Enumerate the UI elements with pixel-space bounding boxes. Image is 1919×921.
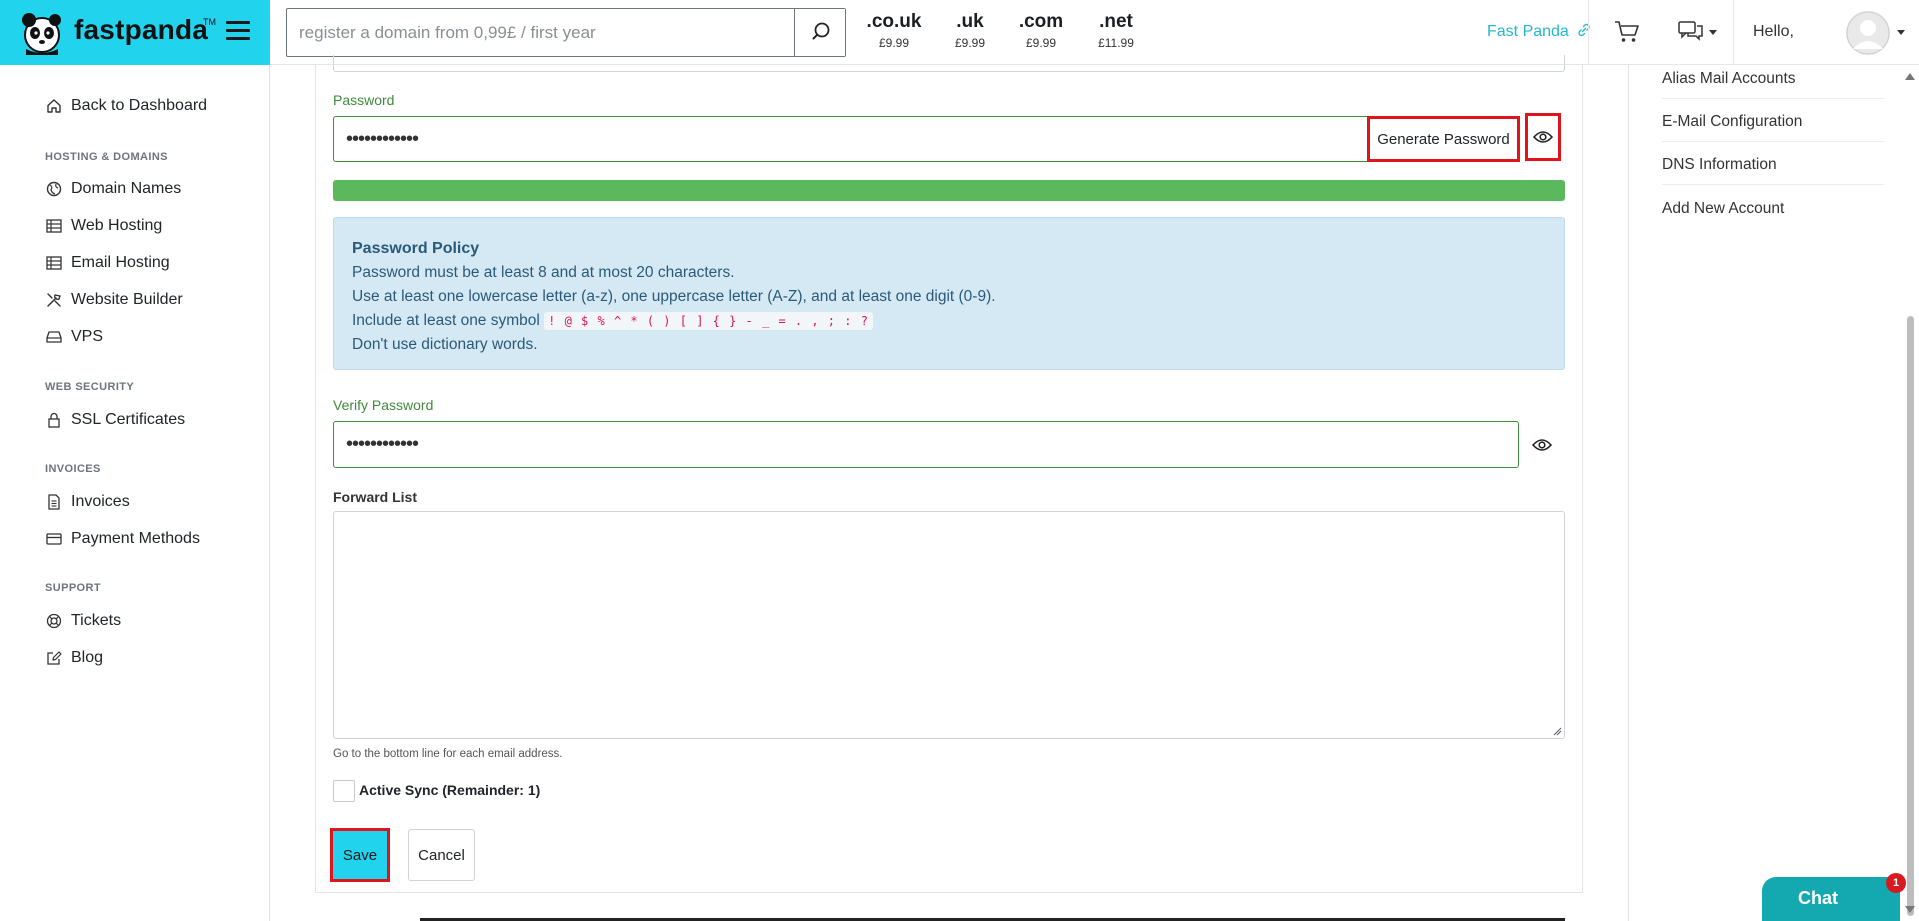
sidebar-item-ssl-certificates[interactable]: SSL Certificates: [46, 411, 185, 429]
messages-icon[interactable]: [1678, 21, 1704, 43]
right-panel: [1628, 65, 1919, 921]
policy-line: Include at least one symbol ! @ $ % ^ * …: [352, 309, 1546, 333]
globe-icon: [46, 181, 62, 197]
search-button[interactable]: [794, 9, 845, 56]
server-list-icon: [46, 256, 62, 270]
sidebar-item-payment-methods[interactable]: Payment Methods: [46, 530, 200, 548]
active-sync-label[interactable]: Active Sync (Remainder: 1): [359, 782, 540, 798]
messages-caret-icon[interactable]: [1709, 30, 1717, 35]
verify-password-label: Verify Password: [333, 397, 434, 413]
fast-panda-link[interactable]: Fast Panda: [1487, 22, 1592, 41]
sidebar-item-web-hosting[interactable]: Web Hosting: [46, 217, 162, 235]
section-hosting-domains: HOSTING & DOMAINS: [45, 151, 168, 163]
document-icon: [48, 494, 60, 510]
sidebar-item-tickets[interactable]: Tickets: [46, 612, 121, 630]
chat-label: Chat: [1798, 888, 1838, 908]
policy-title: Password Policy: [352, 240, 480, 257]
trademark: TM: [203, 17, 216, 27]
tld-co-uk[interactable]: .co.uk £9.99: [866, 11, 922, 50]
hard-drive-icon: [46, 331, 62, 343]
password-strength-bar: [333, 180, 1565, 201]
resize-handle-icon[interactable]: [1552, 726, 1562, 736]
active-sync-checkbox[interactable]: [333, 780, 355, 802]
tld-net[interactable]: .net £11.99: [1093, 11, 1139, 50]
lifebuoy-icon: [46, 613, 62, 629]
link-icon: [1578, 23, 1590, 37]
eye-icon: [1532, 439, 1552, 451]
menu-toggle-icon[interactable]: [226, 21, 250, 43]
section-invoices: INVOICES: [45, 463, 101, 475]
brand-name: fastpanda: [74, 14, 209, 45]
generate-password-button[interactable]: Generate Password: [1367, 116, 1520, 162]
cart-icon[interactable]: [1614, 20, 1640, 44]
toggle-verify-visibility-button[interactable]: [1528, 431, 1556, 459]
password-label: Password: [333, 92, 395, 108]
tld-uk[interactable]: .uk £9.99: [951, 11, 989, 50]
forward-list-label: Forward List: [333, 489, 418, 505]
user-menu-caret-icon[interactable]: [1897, 30, 1905, 35]
right-link-alias-mail-accounts[interactable]: Alias Mail Accounts: [1662, 70, 1884, 99]
sidebar-item-domain-names[interactable]: Domain Names: [46, 180, 181, 198]
toggle-password-visibility-button[interactable]: [1525, 113, 1561, 161]
sidebar-back-to-dashboard[interactable]: Back to Dashboard: [46, 97, 207, 115]
forward-list-textarea[interactable]: [333, 511, 1565, 739]
password-input[interactable]: [333, 116, 1367, 162]
policy-symbols: ! @ $ % ^ * ( ) [ ] { } - _ = . , ; : ?: [544, 312, 873, 330]
password-strength-fill: [333, 180, 1565, 201]
domain-search-input[interactable]: [287, 9, 795, 56]
right-link-email-configuration[interactable]: E-Mail Configuration: [1662, 113, 1884, 142]
policy-line: Password must be at least 8 and at most …: [352, 264, 735, 281]
eye-icon: [1533, 131, 1553, 143]
sidebar-item-vps[interactable]: VPS: [46, 328, 103, 346]
header-divider: [1588, 0, 1589, 65]
user-avatar-icon: [1846, 11, 1890, 55]
sidebar-item-email-hosting[interactable]: Email Hosting: [46, 254, 170, 272]
scroll-down-arrow-icon[interactable]: [1905, 906, 1915, 913]
password-policy-alert: Password Policy Password must be at leas…: [333, 217, 1565, 370]
policy-line: Use at least one lowercase letter (a-z),…: [352, 288, 996, 305]
save-button[interactable]: Save: [330, 828, 390, 882]
section-web-security: WEB SECURITY: [45, 381, 135, 393]
credit-card-icon: [46, 533, 62, 545]
server-list-icon: [46, 219, 62, 233]
policy-line: Don't use dictionary words.: [352, 336, 538, 353]
right-link-add-new-account[interactable]: Add New Account: [1662, 200, 1884, 228]
previous-field-edge[interactable]: [333, 55, 1565, 72]
chat-widget-button[interactable]: Chat: [1762, 877, 1900, 921]
user-avatar[interactable]: [1846, 11, 1890, 55]
panda-logo-icon: [22, 13, 61, 55]
tools-icon: [47, 293, 61, 307]
sidebar-item-blog[interactable]: Blog: [46, 649, 103, 667]
sidebar-item-invoices[interactable]: Invoices: [46, 493, 130, 511]
home-icon: [47, 99, 61, 113]
tld-com[interactable]: .com £9.99: [1018, 11, 1064, 50]
cancel-button[interactable]: Cancel: [408, 829, 475, 881]
right-link-dns-information[interactable]: DNS Information: [1662, 156, 1884, 185]
scroll-up-arrow-icon[interactable]: [1905, 73, 1915, 80]
verify-password-input[interactable]: [333, 421, 1519, 468]
lock-icon: [48, 412, 60, 428]
greeting: Hello,: [1753, 23, 1794, 40]
edit-icon: [47, 651, 62, 665]
domain-search: [286, 8, 846, 57]
search-icon: [812, 22, 830, 40]
sidebar-item-website-builder[interactable]: Website Builder: [46, 291, 183, 309]
scroll-thumb[interactable]: [1907, 316, 1914, 916]
chat-notification-badge: 1: [1886, 873, 1906, 893]
forward-list-hint: Go to the bottom line for each email add…: [333, 748, 563, 760]
header-divider: [1733, 0, 1734, 65]
section-support: SUPPORT: [45, 582, 101, 594]
